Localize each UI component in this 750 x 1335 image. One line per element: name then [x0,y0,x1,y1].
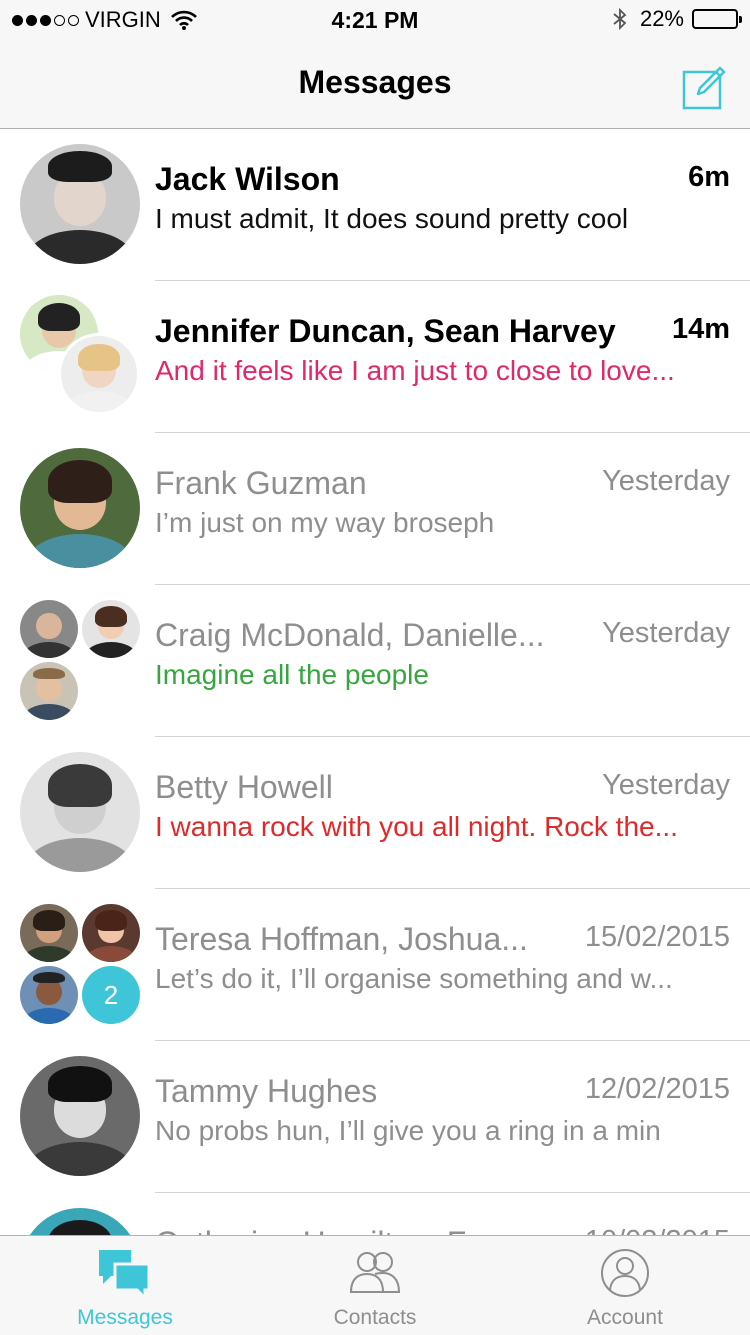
conversation-row[interactable]: Catherine Hamilton, F... 10/02/2015 [0,1193,750,1235]
conversation-preview: No probs hun, I’ll give you a ring in a … [155,1115,661,1146]
status-right: 22% [612,6,742,32]
conversation-preview: I wanna rock with you all night. Rock th… [155,811,678,842]
conversation-preview: And it feels like I am just to close to … [155,355,675,386]
conversation-list[interactable]: Jack Wilson 6m I must admit, It does sou… [0,129,750,1235]
battery-percent: 22% [639,6,684,31]
conversation-time: Yesterday [602,465,730,497]
battery-icon [692,9,742,29]
tab-messages[interactable]: Messages [0,1236,250,1335]
conversation-row[interactable]: Craig McDonald, Danielle... Yesterday Im… [0,585,750,737]
conversation-name: Jennifer Duncan, Sean Harvey [155,313,616,349]
conversation-name: Catherine Hamilton, F... [155,1225,489,1235]
avatar [20,600,78,658]
conversation-name: Craig McDonald, Danielle... [155,617,545,653]
avatar [20,752,140,872]
conversation-time: 6m [688,161,730,193]
conversation-preview: Imagine all the people [155,659,429,690]
navigation-bar: Messages [0,40,750,129]
avatar [20,662,78,720]
conversation-time: Yesterday [602,617,730,649]
conversation-time: Yesterday [602,769,730,801]
account-icon [601,1249,649,1297]
extra-members-badge: 2 [82,966,140,1024]
avatar [20,1056,140,1176]
conversation-time: 15/02/2015 [584,921,730,953]
conversation-row[interactable]: Jack Wilson 6m I must admit, It does sou… [0,129,750,281]
bluetooth-icon [613,7,627,31]
avatar [82,600,140,658]
avatar [20,448,140,568]
compose-button[interactable] [678,64,730,112]
tab-account[interactable]: Account [500,1236,750,1335]
conversation-preview: Let’s do it, I’ll organise something and… [155,963,673,994]
chat-bubbles-icon [99,1250,151,1300]
avatar [20,1208,140,1235]
status-bar: VIRGIN 4:21 PM 22% [0,0,750,40]
conversation-row[interactable]: Frank Guzman Yesterday I’m just on my wa… [0,433,750,585]
tab-contacts[interactable]: Contacts [250,1236,500,1335]
tab-label: Messages [77,1306,173,1329]
conversation-time: 14m [671,313,730,345]
conversation-name: Betty Howell [155,769,333,805]
conversation-name: Tammy Hughes [155,1073,378,1109]
conversation-name: Jack Wilson [155,161,340,197]
page-title: Messages [298,64,452,100]
conversation-row[interactable]: Tammy Hughes 12/02/2015 No probs hun, I’… [0,1041,750,1193]
conversation-row[interactable]: Jennifer Duncan, Sean Harvey 14m And it … [0,281,750,433]
tab-label: Contacts [333,1306,417,1329]
avatar [20,966,78,1024]
avatar [20,904,78,962]
conversation-time: 12/02/2015 [584,1073,730,1105]
avatar [20,144,140,264]
conversation-name: Frank Guzman [155,465,367,501]
conversation-preview: I’m just on my way broseph [155,507,495,538]
conversation-row[interactable]: 2 Teresa Hoffman, Joshua... 15/02/2015 L… [0,889,750,1041]
tab-bar: Messages Contacts Account [0,1235,750,1335]
tab-label: Account [587,1306,663,1329]
conversation-name: Teresa Hoffman, Joshua... [155,921,528,957]
avatar [58,333,140,415]
conversation-row[interactable]: Betty Howell Yesterday I wanna rock with… [0,737,750,889]
conversation-time: 10/02/2015 [585,1225,730,1235]
contacts-icon [349,1252,401,1293]
avatar [82,904,140,962]
conversation-preview: I must admit, It does sound pretty cool [155,203,629,234]
